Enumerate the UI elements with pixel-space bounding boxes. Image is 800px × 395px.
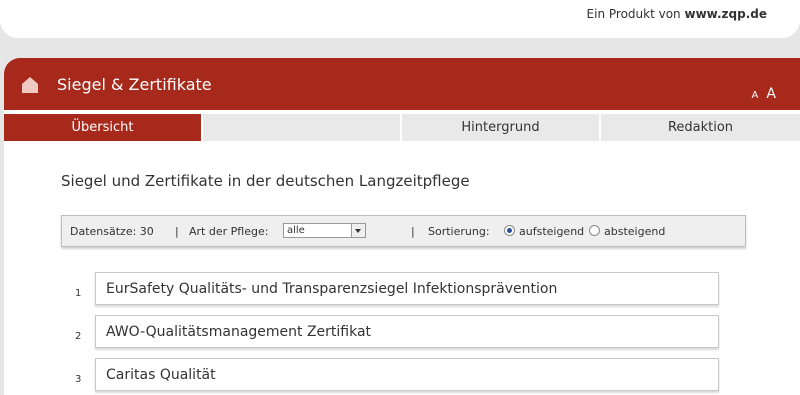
product-credit: Ein Produkt von www.zqp.de [587,7,767,21]
list-item-title: AWO-Qualitätsmanagement Zertifikat [106,324,372,340]
tab-bar: Übersicht Hintergrund Redaktion [4,114,800,141]
sort-descending-label: absteigend [604,225,666,238]
filter-bar: Datensätze: 30 | Art der Pflege: alle | … [61,215,746,247]
product-prefix: Ein Produkt von [586,7,681,21]
tab-uebersicht[interactable]: Übersicht [4,114,201,141]
font-increase-button[interactable]: A [766,86,776,102]
separator: | [175,225,179,238]
section-heading: Siegel und Zertifikate in der deutschen … [61,172,470,190]
tab-hintergrund[interactable]: Hintergrund [402,114,599,141]
list-item-number: 2 [75,331,82,342]
list-item-title: EurSafety Qualitäts- und Transparenzsieg… [106,281,558,297]
list-item-title: Caritas Qualität [106,367,216,383]
sort-label: Sortierung: [428,225,490,238]
sort-descending-option[interactable]: absteigend [589,225,665,238]
list-item-number: 1 [75,288,82,299]
main-panel: Siegel & Zertifikate A A Übersicht Hinte… [4,58,800,395]
radio-ascending[interactable] [504,225,515,236]
sort-ascending-option[interactable]: aufsteigend [504,225,584,238]
tab-redaktion[interactable]: Redaktion [601,114,800,141]
top-bar: Ein Produkt von www.zqp.de [0,0,800,38]
separator: | [411,225,415,238]
tab-empty [203,114,400,141]
list-item[interactable]: AWO-Qualitätsmanagement Zertifikat [95,315,719,348]
care-type-value: alle [287,225,305,236]
sort-ascending-label: aufsteigend [519,225,585,238]
care-type-label: Art der Pflege: [189,225,269,238]
care-type-select[interactable]: alle [283,223,366,238]
list-item[interactable]: Caritas Qualität [95,358,719,391]
chevron-down-icon[interactable] [351,224,365,237]
radio-descending[interactable] [589,225,600,236]
font-size-controls: A A [751,83,776,102]
list-item-number: 3 [75,374,82,385]
page-title: Siegel & Zertifikate [57,75,212,94]
font-decrease-button[interactable]: A [751,90,758,101]
page-header: Siegel & Zertifikate A A [4,58,800,110]
home-icon[interactable] [21,76,39,94]
records-count: Datensätze: 30 [70,225,154,238]
list-item[interactable]: EurSafety Qualitäts- und Transparenzsieg… [95,272,719,305]
zqp-link[interactable]: www.zqp.de [685,7,768,21]
